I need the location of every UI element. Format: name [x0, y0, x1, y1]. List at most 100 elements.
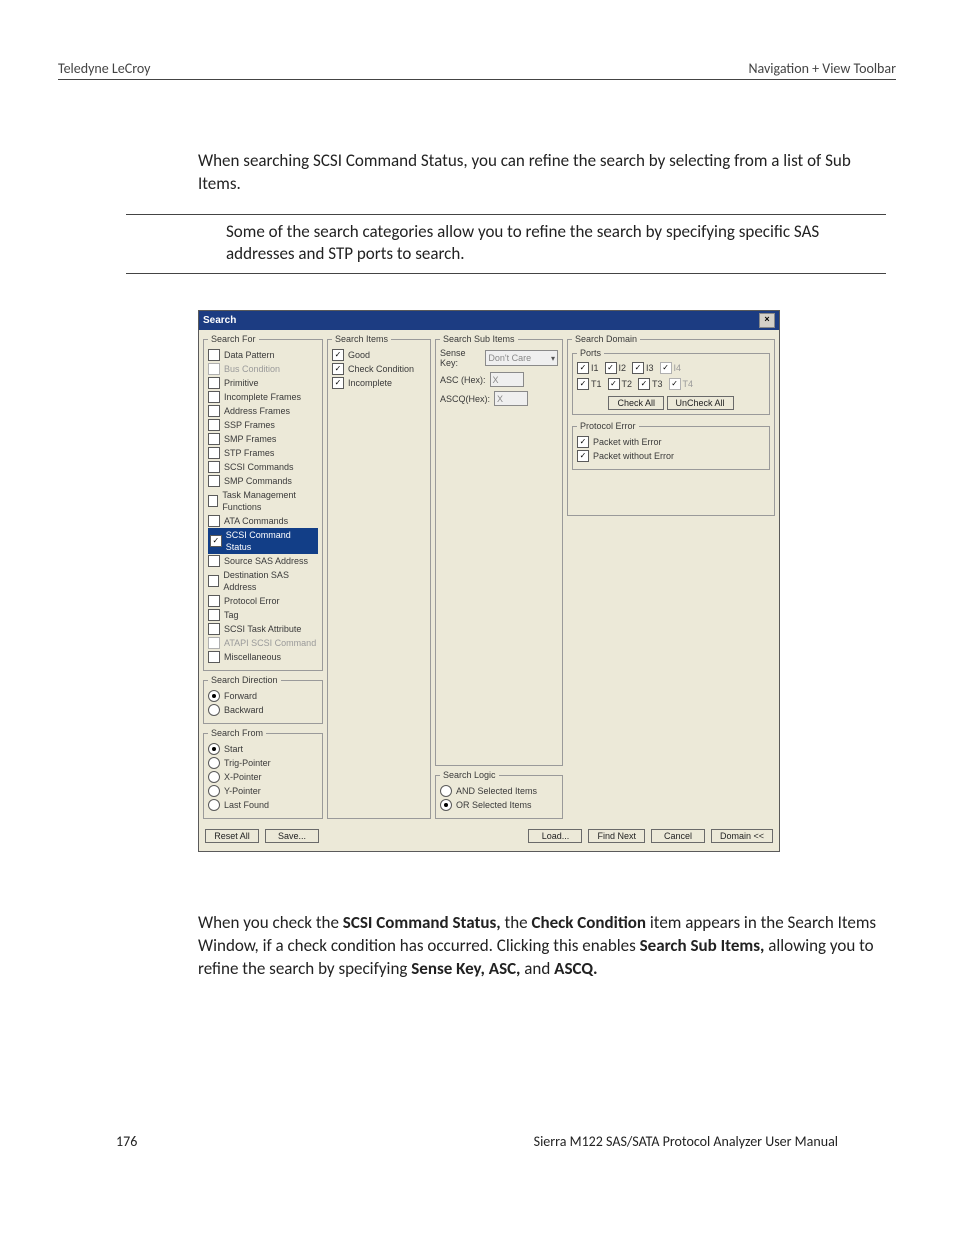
radio-icon[interactable]	[208, 690, 220, 702]
reset-all-button[interactable]: Reset All	[205, 829, 259, 843]
checkbox-icon[interactable]	[577, 378, 589, 390]
search-item[interactable]: Good	[332, 348, 426, 362]
search-for-item[interactable]: STP Frames	[208, 446, 318, 460]
checkbox-icon[interactable]	[577, 450, 589, 462]
sense-key-select[interactable]: Don't Care ▾	[485, 350, 558, 366]
search-for-item[interactable]: ATA Commands	[208, 514, 318, 528]
checkbox-icon[interactable]	[332, 377, 344, 389]
ascq-input[interactable]: X	[494, 391, 528, 406]
search-from-option[interactable]: Last Found	[208, 798, 318, 812]
port-checkbox[interactable]: T3	[638, 378, 663, 390]
search-for-label: STP Frames	[224, 447, 274, 459]
check-all-button[interactable]: Check All	[608, 396, 664, 410]
search-for-item-selected[interactable]: SCSI Command Status	[208, 528, 318, 554]
uncheck-all-button[interactable]: UnCheck All	[667, 396, 734, 410]
checkbox-icon[interactable]	[208, 461, 220, 473]
checkbox-icon[interactable]	[208, 419, 220, 431]
checkbox-icon[interactable]	[210, 535, 222, 547]
search-for-item[interactable]: SSP Frames	[208, 418, 318, 432]
search-direction-option[interactable]: Forward	[208, 689, 318, 703]
checkbox-icon[interactable]	[208, 575, 219, 587]
checkbox-icon[interactable]	[208, 447, 220, 459]
checkbox-icon[interactable]	[208, 495, 218, 507]
search-item[interactable]: Check Condition	[332, 362, 426, 376]
checkbox-icon[interactable]	[208, 651, 220, 663]
radio-icon[interactable]	[440, 785, 452, 797]
port-checkbox[interactable]: T2	[608, 378, 633, 390]
checkbox-icon[interactable]	[608, 378, 620, 390]
search-from-option[interactable]: Start	[208, 742, 318, 756]
search-for-item[interactable]: SCSI Task Attribute	[208, 622, 318, 636]
checkbox-icon[interactable]	[208, 555, 220, 567]
search-for-item[interactable]: Destination SAS Address	[208, 568, 318, 594]
search-direction-option[interactable]: Backward	[208, 703, 318, 717]
search-for-item[interactable]: SMP Commands	[208, 474, 318, 488]
checkbox-icon[interactable]	[632, 362, 644, 374]
radio-icon[interactable]	[208, 743, 220, 755]
asc-input[interactable]: X	[490, 372, 524, 387]
radio-icon[interactable]	[208, 704, 220, 716]
checkbox-icon[interactable]	[208, 515, 220, 527]
search-logic-option[interactable]: AND Selected Items	[440, 784, 558, 798]
radio-icon[interactable]	[440, 799, 452, 811]
port-checkbox[interactable]: I1	[577, 362, 599, 374]
search-for-label: SMP Commands	[224, 475, 292, 487]
port-label: T2	[622, 379, 633, 389]
checkbox-icon[interactable]	[577, 436, 589, 448]
checkbox-icon[interactable]	[208, 609, 220, 621]
search-from-group: Search From StartTrig-PointerX-PointerY-…	[203, 728, 323, 819]
checkbox-icon[interactable]	[208, 475, 220, 487]
search-for-item[interactable]: Miscellaneous	[208, 650, 318, 664]
search-for-item[interactable]: Incomplete Frames	[208, 390, 318, 404]
search-from-option[interactable]: X-Pointer	[208, 770, 318, 784]
radio-icon[interactable]	[208, 785, 220, 797]
radio-icon[interactable]	[208, 771, 220, 783]
checkbox-icon[interactable]	[208, 391, 220, 403]
search-for-item[interactable]: Protocol Error	[208, 594, 318, 608]
search-for-item[interactable]: Address Frames	[208, 404, 318, 418]
titlebar[interactable]: Search ×	[199, 311, 779, 330]
mid-paragraph-wrap: Some of the search categories allow you …	[126, 215, 886, 274]
save-button[interactable]: Save...	[265, 829, 319, 843]
checkbox-icon[interactable]	[638, 378, 650, 390]
close-icon[interactable]: ×	[759, 313, 775, 328]
checkbox-icon[interactable]	[208, 595, 220, 607]
search-for-item[interactable]: Tag	[208, 608, 318, 622]
packet-with-error-row[interactable]: Packet with Error	[577, 435, 765, 449]
port-checkbox[interactable]: I3	[632, 362, 654, 374]
search-from-option[interactable]: Trig-Pointer	[208, 756, 318, 770]
radio-icon[interactable]	[208, 799, 220, 811]
checkbox-icon[interactable]	[332, 349, 344, 361]
search-for-item[interactable]: SCSI Command Status	[210, 528, 316, 554]
domain-button[interactable]: Domain <<	[711, 829, 773, 843]
search-for-item[interactable]: Primitive	[208, 376, 318, 390]
checkbox-icon[interactable]	[208, 623, 220, 635]
search-item[interactable]: Incomplete	[332, 376, 426, 390]
search-for-item[interactable]: Task Management Functions	[208, 488, 318, 514]
checkbox-icon[interactable]	[208, 377, 220, 389]
port-label: T3	[652, 379, 663, 389]
search-item-label: Check Condition	[348, 363, 414, 375]
checkbox-icon[interactable]	[605, 362, 617, 374]
checkbox-icon[interactable]	[332, 363, 344, 375]
search-for-item[interactable]: Source SAS Address	[208, 554, 318, 568]
search-for-item[interactable]: SMP Frames	[208, 432, 318, 446]
checkbox-icon[interactable]	[208, 405, 220, 417]
checkbox-icon[interactable]	[208, 433, 220, 445]
radio-icon[interactable]	[208, 757, 220, 769]
port-checkbox[interactable]: I2	[605, 362, 627, 374]
search-from-option[interactable]: Y-Pointer	[208, 784, 318, 798]
load-button[interactable]: Load...	[528, 829, 582, 843]
search-for-item[interactable]: SCSI Commands	[208, 460, 318, 474]
search-logic-option[interactable]: OR Selected Items	[440, 798, 558, 812]
packet-without-error-row[interactable]: Packet without Error	[577, 449, 765, 463]
find-next-button[interactable]: Find Next	[588, 829, 645, 843]
bold: Sense Key, ASC,	[411, 958, 520, 979]
port-checkbox[interactable]: T1	[577, 378, 602, 390]
checkbox-icon[interactable]	[208, 349, 220, 361]
search-for-legend: Search For	[208, 334, 259, 344]
cancel-button[interactable]: Cancel	[651, 829, 705, 843]
search-for-item[interactable]: Data Pattern	[208, 348, 318, 362]
search-for-label: SCSI Commands	[224, 461, 294, 473]
checkbox-icon[interactable]	[577, 362, 589, 374]
